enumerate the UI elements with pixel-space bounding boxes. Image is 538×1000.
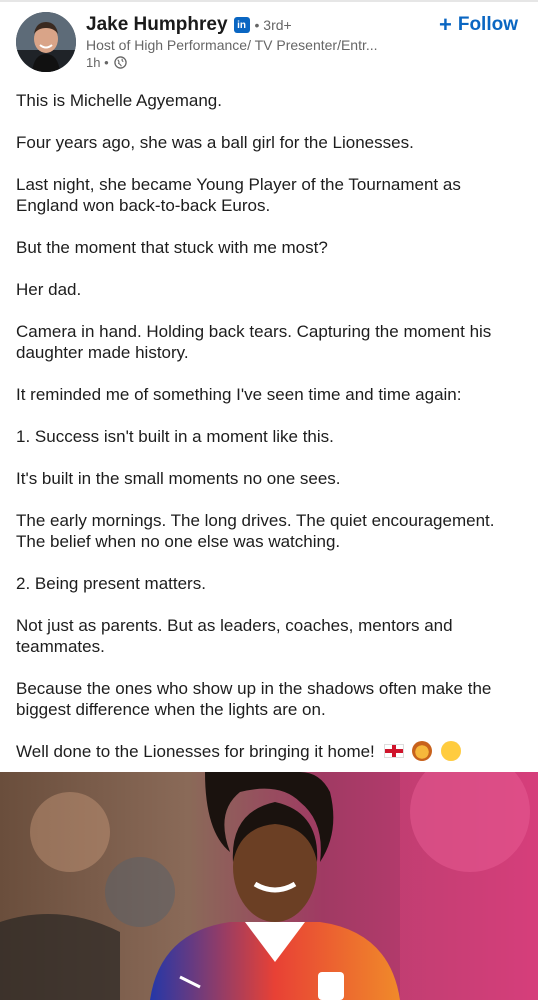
plus-icon: +: [438, 12, 452, 37]
england-flag-icon: [383, 744, 404, 758]
post-paragraph: 1. Success isn't built in a moment like …: [16, 427, 334, 446]
lion-face-icon: [412, 741, 433, 761]
connection-degree: • 3rd+: [254, 17, 292, 33]
post-time: 1h •: [86, 55, 109, 70]
author-headline: Host of High Performance/ TV Presenter/E…: [86, 37, 378, 53]
author-name-row: Jake Humphrey in • 3rd+: [86, 12, 292, 38]
post-paragraph: It's built in the small moments no one s…: [16, 469, 341, 488]
globe-icon: [113, 56, 127, 69]
post-paragraph: Her dad.: [16, 280, 82, 299]
post-meta: 1h •: [86, 55, 127, 70]
post-paragraph: Four years ago, she was a ball girl for …: [16, 133, 414, 152]
post-body: This is Michelle Agyemang. Four years ag…: [16, 90, 524, 783]
follow-button[interactable]: + Follow: [439, 12, 518, 38]
post-paragraph: Because the ones who show up in the shad…: [16, 679, 492, 719]
post-image[interactable]: [0, 772, 538, 1000]
post-paragraph: 2. Being present matters.: [16, 574, 206, 593]
follow-label: Follow: [457, 14, 518, 35]
post-last-line-text: Well done to the Lionesses for bringing …: [16, 742, 375, 761]
post-paragraph: Camera in hand. Holding back tears. Capt…: [16, 322, 492, 362]
post-paragraph: But the moment that stuck with me most?: [16, 238, 328, 257]
partying-face-icon: [441, 741, 461, 761]
post-paragraph: Not just as parents. But as leaders, coa…: [16, 616, 453, 656]
author-name[interactable]: Jake Humphrey: [86, 14, 228, 36]
post-paragraph: Last night, she became Young Player of t…: [16, 175, 461, 215]
linkedin-premium-icon: in: [233, 17, 250, 33]
post-last-line: Well done to the Lionesses for bringing …: [16, 741, 524, 762]
post-paragraph: The early mornings. The long drives. The…: [16, 511, 495, 551]
post-header: Jake Humphrey in • 3rd+ Host of High Per…: [0, 0, 538, 84]
post-paragraph: It reminded me of something I've seen ti…: [16, 385, 462, 404]
avatar[interactable]: [16, 12, 76, 72]
post-paragraph: This is Michelle Agyemang.: [16, 91, 222, 110]
